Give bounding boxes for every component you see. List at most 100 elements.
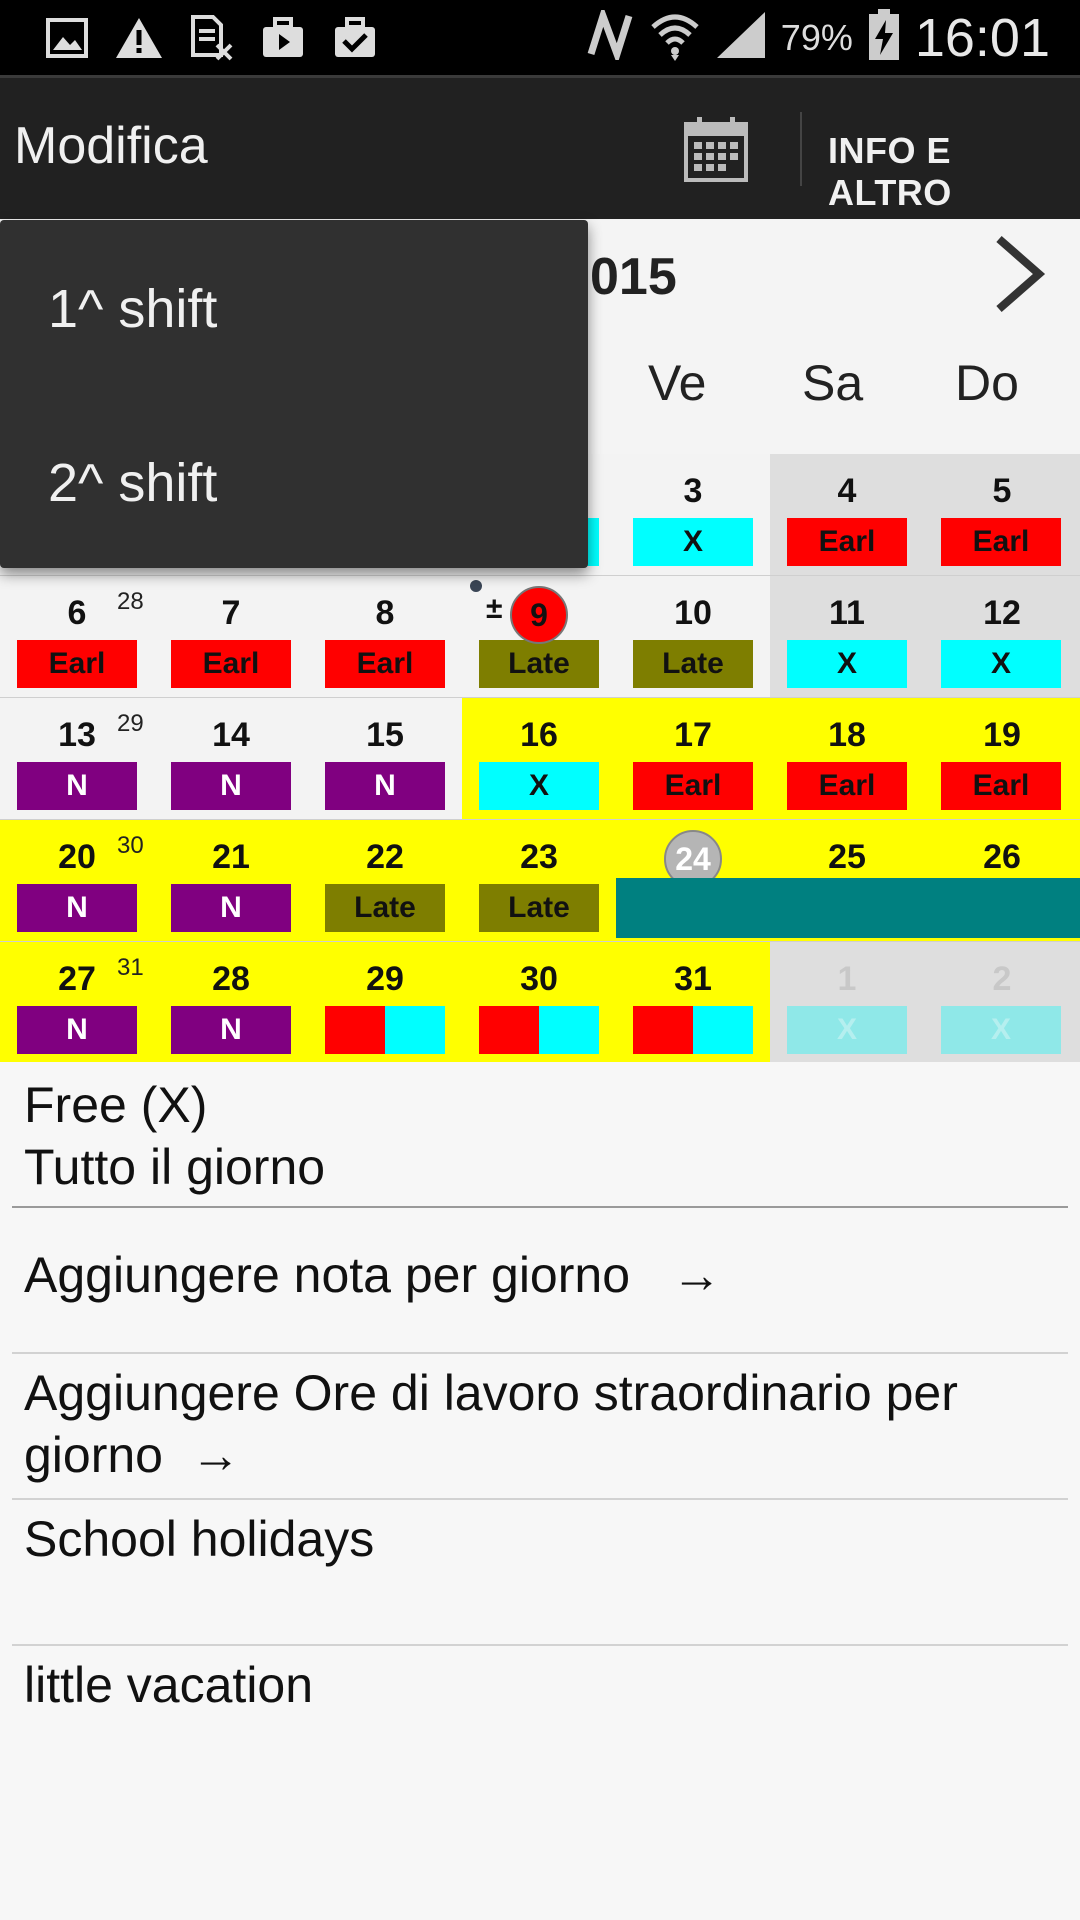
day-number: 30 xyxy=(520,960,558,998)
calendar-icon[interactable] xyxy=(680,114,752,184)
day-number: 10 xyxy=(674,594,712,632)
shift-badge: N xyxy=(171,1006,291,1054)
menu-item-1st-shift[interactable]: 1^ shift xyxy=(48,278,217,340)
shift-time: Tutto il giorno xyxy=(24,1139,326,1195)
shift-badge: N xyxy=(171,884,291,932)
shift-badge: Earl xyxy=(633,762,753,810)
day-cell-27[interactable]: 27 31 N xyxy=(0,942,154,1064)
shift-badge: Late xyxy=(325,884,445,932)
shift-badge: X xyxy=(787,1006,907,1054)
weekday-ve: Ve xyxy=(648,355,707,411)
weekday-do: Do xyxy=(955,355,1019,411)
shift-badge: X xyxy=(479,762,599,810)
day-number: 21 xyxy=(212,838,250,876)
day-number: 2 xyxy=(992,960,1012,998)
day-number: 5 xyxy=(992,472,1012,510)
day-cell-3[interactable]: 3X xyxy=(616,454,770,576)
action-separator xyxy=(800,112,802,186)
day-cell-22[interactable]: 22 Late xyxy=(308,820,462,942)
today-marker: 9 xyxy=(510,586,568,644)
day-number: 19 xyxy=(983,716,1021,754)
day-cell-15[interactable]: 15 N xyxy=(308,698,462,820)
day-cell-29[interactable]: 29 xyxy=(308,942,462,1064)
day-number: 11 xyxy=(829,594,865,632)
day-cell-2[interactable]: 2X xyxy=(924,942,1080,1064)
day-number: 26 xyxy=(983,838,1021,876)
shift-badge: N xyxy=(17,1006,137,1054)
shift-badge xyxy=(479,1006,599,1054)
day-cell-16[interactable]: 16 X xyxy=(462,698,616,820)
day-cell-20[interactable]: 20 30 N xyxy=(0,820,154,942)
notification-icons xyxy=(38,12,384,64)
shift-badge: Late xyxy=(479,884,599,932)
day-cell-17[interactable]: 17 Earl xyxy=(616,698,770,820)
warning-icon xyxy=(110,12,168,64)
day-number: 3 xyxy=(683,472,703,510)
day-number: 1 xyxy=(837,960,857,998)
shift-info-row[interactable]: Free (X) Tutto il giorno xyxy=(0,1062,1080,1206)
shift-badge: Earl xyxy=(787,762,907,810)
day-cell-9[interactable]: Late 9 ± xyxy=(462,576,616,698)
day-cell-19[interactable]: 19 Earl xyxy=(924,698,1080,820)
day-cell-8[interactable]: 8 Earl xyxy=(308,576,462,698)
action-bar: Modifica INFO E ALTRO xyxy=(0,75,1080,219)
shift-badge: N xyxy=(325,762,445,810)
add-overtime-row[interactable]: Aggiungere Ore di lavoro straordinario p… xyxy=(0,1354,1080,1498)
week-number: 29 xyxy=(117,710,144,737)
screen-title: Modifica xyxy=(14,117,208,175)
day-cell-6[interactable]: 6 28 Earl xyxy=(0,576,154,698)
day-cell-31[interactable]: 31 xyxy=(616,942,770,1064)
day-number: 14 xyxy=(212,716,250,754)
shift-badge: Earl xyxy=(171,640,291,688)
shift-badge: N xyxy=(171,762,291,810)
day-cell-7[interactable]: 7 Earl xyxy=(154,576,308,698)
day-number: 28 xyxy=(212,960,250,998)
add-overtime-label-line1: Aggiungere Ore di lavoro straordinario p… xyxy=(24,1365,958,1421)
chevron-right-icon[interactable] xyxy=(985,229,1055,319)
wifi-icon xyxy=(649,9,701,66)
month-title[interactable]: 015 xyxy=(590,247,677,307)
day-cell-30[interactable]: 30 xyxy=(462,942,616,1064)
day-cell-11[interactable]: 11 X xyxy=(770,576,924,698)
status-bar: 79% 16:01 xyxy=(0,0,1080,75)
shift-badge: N xyxy=(17,884,137,932)
school-holidays-row[interactable]: School holidays xyxy=(0,1500,1080,1644)
add-note-row[interactable]: Aggiungere nota per giorno → xyxy=(0,1208,1080,1352)
day-number: 12 xyxy=(983,594,1021,632)
day-cell-10[interactable]: 10 Late xyxy=(616,576,770,698)
day-number: 16 xyxy=(520,716,558,754)
shift-badge: X xyxy=(941,1006,1061,1054)
day-number: 23 xyxy=(520,838,558,876)
weekday-sa: Sa xyxy=(802,355,864,411)
day-cell-4[interactable]: 4 Earl xyxy=(770,454,924,576)
day-cell-18[interactable]: 18 Earl xyxy=(770,698,924,820)
shift-badge: N xyxy=(17,762,137,810)
day-cell-28[interactable]: 28 N xyxy=(154,942,308,1064)
day-cell-13[interactable]: 13 29 N xyxy=(0,698,154,820)
system-icons: 79% 16:01 xyxy=(585,0,1050,75)
day-cell-23[interactable]: 23 Late xyxy=(462,820,616,942)
menu-item-2nd-shift[interactable]: 2^ shift xyxy=(48,452,217,514)
little-vacation-label: little vacation xyxy=(24,1657,314,1713)
shift-badge: X xyxy=(941,640,1061,688)
day-cell-21[interactable]: 21 N xyxy=(154,820,308,942)
clock: 16:01 xyxy=(914,7,1050,68)
shift-badge: Earl xyxy=(17,640,137,688)
day-cell-1[interactable]: 1X xyxy=(770,942,924,1064)
shift-popup-menu: 1^ shift 2^ shift xyxy=(0,220,588,568)
signal-icon xyxy=(715,10,767,65)
day-cell-12[interactable]: 12 X xyxy=(924,576,1080,698)
overtime-indicator: ± xyxy=(486,592,503,625)
info-menu-button[interactable]: INFO E ALTRO xyxy=(828,130,1080,214)
school-holidays-label: School holidays xyxy=(24,1511,375,1567)
day-number: 17 xyxy=(674,716,712,754)
little-vacation-row[interactable]: little vacation xyxy=(0,1646,1080,1790)
arrow-right-icon: → xyxy=(671,1247,722,1303)
day-number: 8 xyxy=(375,594,395,632)
shift-badge xyxy=(633,1006,753,1054)
arrow-right-icon: → xyxy=(190,1427,241,1483)
day-number: 22 xyxy=(366,838,404,876)
check-bag-icon xyxy=(326,12,384,64)
day-cell-14[interactable]: 14 N xyxy=(154,698,308,820)
day-cell-5[interactable]: 5 Earl xyxy=(924,454,1080,576)
